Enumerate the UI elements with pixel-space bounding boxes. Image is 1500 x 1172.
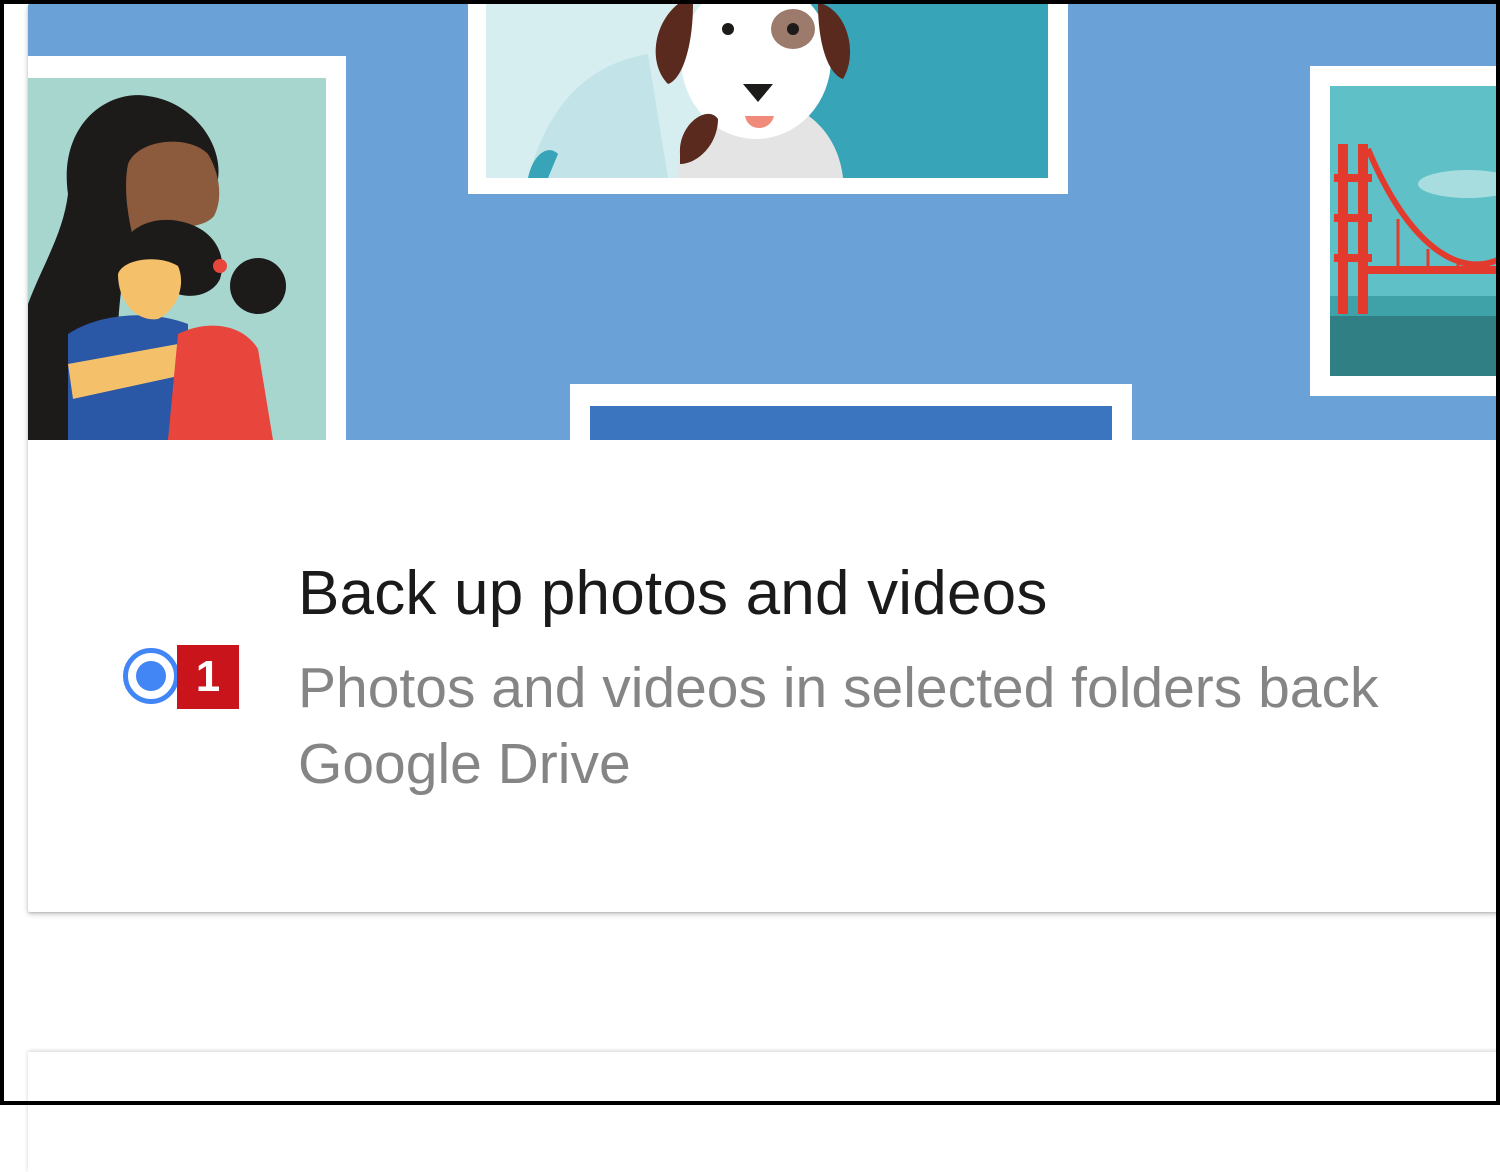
photo-family [28, 56, 346, 440]
backup-option-card[interactable]: 1 Back up photos and videos Photos and v… [28, 4, 1500, 912]
option-description-line-1: Photos and videos in selected folders ba… [298, 656, 1379, 720]
radio-selected-dot [136, 661, 166, 691]
option-title: Back up photos and videos [298, 559, 1048, 628]
next-option-card[interactable] [28, 1052, 1500, 1172]
hero-illustration [28, 4, 1500, 440]
backup-radio-button[interactable] [123, 648, 179, 704]
option-description-line-2: Google Drive [298, 732, 631, 796]
photo-dog [468, 4, 1068, 194]
backup-option-row[interactable]: 1 Back up photos and videos Photos and v… [28, 440, 1500, 912]
option-description: Photos and videos in selected folders ba… [298, 650, 1500, 802]
photo-bridge [1310, 66, 1500, 396]
step-number-badge: 1 [177, 645, 239, 709]
photo-bottom [570, 384, 1132, 440]
